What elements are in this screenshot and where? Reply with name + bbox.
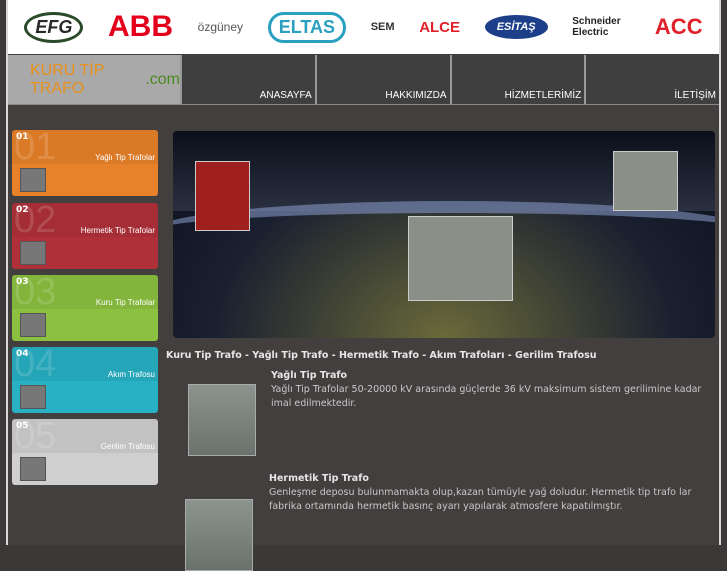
nav-hakkimizda[interactable]: HAKKIMIZDA (314, 55, 450, 104)
category-card[interactable]: 05 05 Gerilim Trafosu (12, 419, 158, 485)
logo-efg[interactable]: EFG (24, 11, 84, 43)
category-card[interactable]: 01 01 Yağlı Tip Trafolar (12, 130, 158, 196)
card-label: Gerilim Trafosu (100, 442, 155, 451)
logo-esitas[interactable]: ESİTAŞ (484, 15, 548, 39)
transformer-image (408, 216, 513, 301)
logo-eltas[interactable]: ELTAS (267, 11, 347, 43)
category-card[interactable]: 03 03 Kuru Tip Trafolar (12, 275, 158, 341)
logo-schneider[interactable]: Schneider Electric (572, 16, 630, 38)
card-thumbnail (20, 385, 46, 409)
logo-acc[interactable]: ACC (655, 14, 703, 40)
logo-abb[interactable]: ABB (108, 10, 173, 44)
card-number: 04 (16, 349, 29, 359)
card-thumbnail (20, 168, 46, 192)
product-desc: Genleşme deposu bulunmamakta olup,kazan … (269, 487, 692, 512)
category-card[interactable]: 04 04 Akım Trafosu (12, 347, 158, 413)
nav-anasayfa[interactable]: ANASAYFA (180, 55, 315, 104)
category-card[interactable]: 02 02 Hermetik Tip Trafolar (12, 203, 158, 269)
product-image[interactable] (185, 499, 253, 571)
card-number: 03 (16, 277, 29, 287)
logo-alce[interactable]: ALCE (419, 19, 460, 36)
transformer-image (613, 151, 678, 211)
card-number: 05 (16, 421, 29, 431)
site-logo[interactable]: KURU TİP TRAFO .com (8, 55, 180, 104)
card-thumbnail (20, 313, 46, 337)
card-number: 02 (16, 205, 29, 215)
transformer-image (195, 161, 250, 231)
nav-iletisim[interactable]: İLETİŞİM (584, 55, 719, 104)
product-title[interactable]: Hermetik Tip Trafo (269, 473, 369, 484)
page-frame: EFG ABB özgüney ELTAS SEM ALCE ESİTAŞ Sc… (6, 0, 721, 571)
product-desc: Yağlı Tip Trafolar 50-20000 kV arasında … (271, 384, 702, 409)
nav-hizmetlerimiz[interactable]: HİZMETLERİMİZ (449, 55, 585, 104)
card-thumbnail (20, 241, 46, 265)
product-headline: Kuru Tip Trafo - Yağlı Tip Trafo - Herme… (166, 350, 597, 361)
brand-main: KURU TİP TRAFO (30, 61, 105, 97)
brand-suffix: .com (145, 70, 180, 88)
hero-banner (173, 131, 715, 338)
card-label: Hermetik Tip Trafolar (80, 226, 155, 235)
partner-logos: EFG ABB özgüney ELTAS SEM ALCE ESİTAŞ Sc… (8, 0, 719, 54)
card-thumbnail (20, 457, 46, 481)
card-label: Akım Trafosu (107, 370, 155, 379)
logo-ozguney[interactable]: özgüney (198, 20, 243, 34)
card-label: Kuru Tip Trafolar (95, 298, 155, 307)
main-nav: KURU TİP TRAFO .com ANASAYFA HAKKIMIZDA H… (8, 55, 719, 105)
card-number: 01 (16, 132, 29, 142)
product-title[interactable]: Yağlı Tip Trafo (271, 370, 347, 381)
logo-sem[interactable]: SEM (371, 21, 395, 33)
product-image[interactable] (188, 384, 256, 456)
card-label: Yağlı Tip Trafolar (95, 153, 155, 162)
